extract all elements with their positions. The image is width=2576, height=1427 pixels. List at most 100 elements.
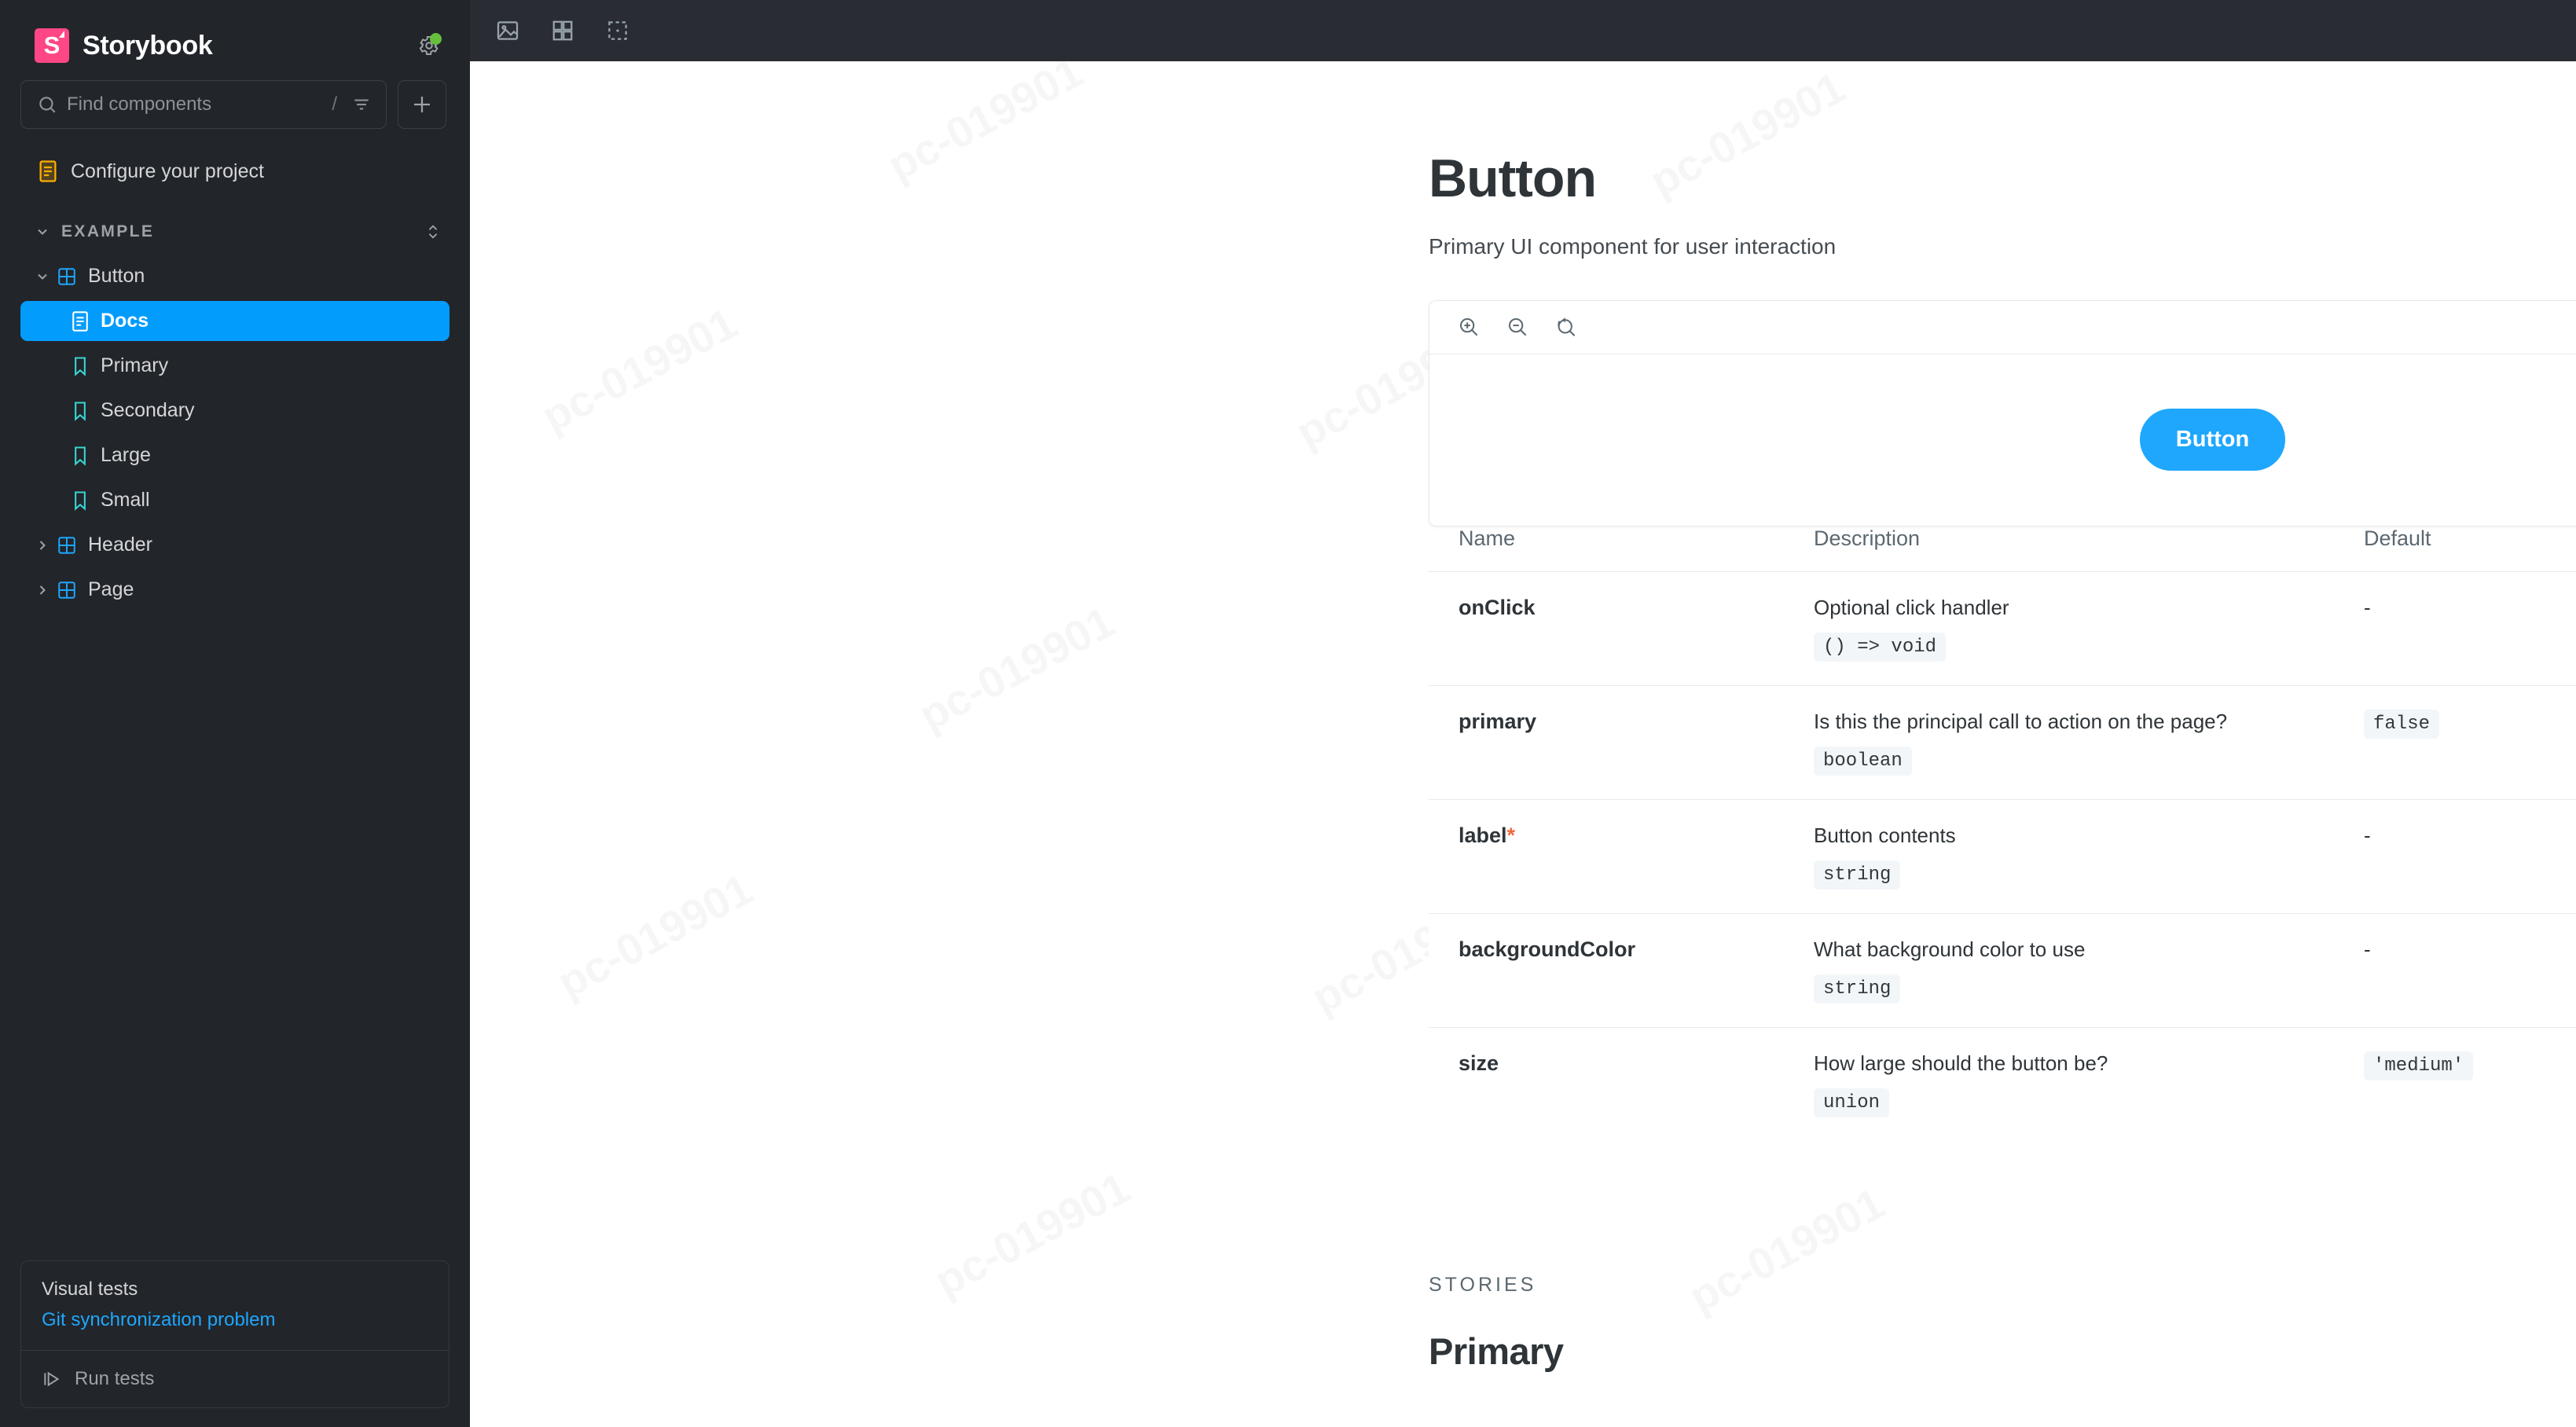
shortcuts-button[interactable] — [412, 28, 446, 63]
arg-description-cell: What background color to use string — [1814, 913, 2364, 1027]
arg-default: - — [2364, 937, 2371, 961]
arg-default-cell: - — [2364, 571, 2576, 685]
preview-toolbar — [1429, 301, 2576, 354]
arg-default-cell: false — [2364, 685, 2576, 799]
run-tests-button[interactable]: Run tests — [21, 1350, 449, 1407]
column-header-description: Description — [1814, 526, 1921, 550]
sidebar-item-configure[interactable]: Configure your project — [20, 151, 450, 192]
grid-icon[interactable] — [544, 12, 582, 50]
arg-type: string — [1814, 974, 1901, 1003]
component-grid-icon — [57, 535, 77, 556]
story-preview: Button Show code — [1429, 299, 2576, 526]
zoom-reset-icon[interactable] — [1549, 310, 1583, 344]
sidebar-item-docs[interactable]: Docs — [20, 301, 450, 341]
sidebar-item-label: Secondary — [101, 399, 195, 421]
docs-pane: pc-019901 pc-019901 pc-019901 pc-019901 … — [470, 61, 2576, 1427]
document-icon — [71, 310, 90, 332]
story-heading-primary: Primary — [1429, 1330, 1564, 1372]
filter-icon[interactable] — [351, 94, 372, 115]
sidebar-tree: Configure your project EXAMPLE Button Do… — [0, 129, 470, 1260]
bookmark-icon — [71, 355, 90, 377]
arg-default: - — [2364, 823, 2371, 847]
sidebar-item-label: Large — [101, 444, 151, 466]
add-component-button[interactable] — [398, 80, 446, 129]
required-asterisk: * — [1506, 823, 1516, 847]
arg-description-cell: Button contents string — [1814, 799, 2364, 913]
sidebar-item-small[interactable]: Small — [20, 480, 450, 520]
sidebar-search-row: Find components / — [0, 58, 470, 129]
bookmark-icon — [71, 445, 90, 467]
arg-name: size — [1459, 1051, 1499, 1075]
arg-default: - — [2364, 595, 2371, 619]
chevron-right-icon — [35, 537, 57, 553]
docs-content: Button Primary UI component for user int… — [470, 61, 2576, 1373]
status-dot — [430, 33, 442, 45]
sidebar-item-label: Button — [88, 265, 145, 287]
run-tests-label: Run tests — [75, 1368, 155, 1389]
arg-description-cell: Is this the principal call to action on … — [1814, 685, 2364, 799]
table-row: backgroundColor What background color to… — [1429, 913, 2576, 1027]
component-grid-icon — [57, 266, 77, 287]
search-icon — [39, 97, 56, 113]
arg-default: 'medium' — [2364, 1051, 2474, 1080]
preview-canvas: Button — [1429, 354, 2576, 526]
visual-tests-title: Visual tests — [42, 1278, 138, 1300]
visual-tests-error-link[interactable]: Git synchronization problem — [42, 1309, 428, 1331]
image-icon[interactable] — [489, 12, 527, 50]
table-row: size How large should the button be? uni… — [1429, 1027, 2576, 1186]
arg-name: label — [1459, 823, 1507, 847]
sidebar-item-label: Small — [101, 489, 150, 511]
sidebar-group-example[interactable]: EXAMPLE — [20, 212, 450, 251]
sidebar-item-large[interactable]: Large — [20, 435, 450, 475]
sidebar-item-secondary[interactable]: Secondary — [20, 391, 450, 431]
column-header-name: Name — [1459, 526, 1516, 550]
demo-button[interactable]: Button — [2139, 409, 2286, 471]
stories-section-label: STORIES — [1429, 1273, 1537, 1296]
sidebar-item-label: Page — [88, 578, 134, 600]
zoom-in-icon[interactable] — [1451, 310, 1486, 344]
search-placeholder: Find components — [67, 94, 212, 115]
arg-description: How large should the button be? — [1814, 1051, 2108, 1075]
arg-type: () => void — [1814, 632, 1947, 662]
sidebar-item-label: Docs — [101, 310, 149, 332]
visual-tests-panel: Visual tests Git synchronization problem… — [20, 1260, 450, 1408]
column-header-default: Default — [2364, 526, 2431, 550]
search-input[interactable]: Find components / — [20, 80, 387, 129]
dot-icon — [616, 29, 619, 32]
arg-description-cell: Optional click handler () => void — [1814, 571, 2364, 685]
component-grid-icon — [57, 580, 77, 600]
zoom-out-icon[interactable] — [1500, 310, 1535, 344]
arg-name-cell: label* — [1429, 799, 1814, 913]
top-toolbar — [470, 0, 2576, 61]
arg-description-cell: How large should the button be? union — [1814, 1027, 2364, 1186]
docs-column: Button Primary UI component for user int… — [1429, 149, 2576, 1373]
arg-default-cell: - — [2364, 913, 2576, 1027]
play-icon — [44, 1371, 60, 1387]
storybook-app: S Storybook Find components / Configure … — [0, 0, 2576, 1427]
dashed-box-icon[interactable] — [599, 12, 637, 50]
plus-icon — [414, 97, 430, 112]
expand-collapse-icon[interactable] — [424, 220, 442, 244]
chevron-down-icon — [35, 224, 50, 240]
arg-type: boolean — [1814, 746, 1912, 776]
table-row: primary Is this the principal call to ac… — [1429, 685, 2576, 799]
chevron-right-icon — [35, 582, 57, 598]
sidebar-item-button[interactable]: Button — [20, 256, 450, 296]
arg-description: Optional click handler — [1814, 595, 2009, 619]
sidebar-item-header[interactable]: Header — [20, 525, 450, 565]
sidebar-item-primary[interactable]: Primary — [20, 346, 450, 386]
sidebar-item-page[interactable]: Page — [20, 570, 450, 610]
arg-type: union — [1814, 1088, 1890, 1117]
sidebar-item-label: Primary — [101, 354, 169, 376]
storybook-logo: S — [35, 28, 69, 63]
sidebar-item-label: Header — [88, 534, 152, 556]
arg-default: false — [2364, 709, 2440, 739]
logo-s-glyph: S — [43, 31, 61, 59]
arg-type: string — [1814, 860, 1901, 890]
sidebar: S Storybook Find components / Configure … — [0, 0, 470, 1427]
args-table: Name Description Default Control — [1429, 526, 2576, 1186]
arg-default-cell: 'medium' — [2364, 1027, 2576, 1186]
page-subtitle: Primary UI component for user interactio… — [1429, 233, 1837, 259]
arg-description: Button contents — [1814, 823, 1956, 847]
chevron-down-icon — [35, 269, 57, 284]
